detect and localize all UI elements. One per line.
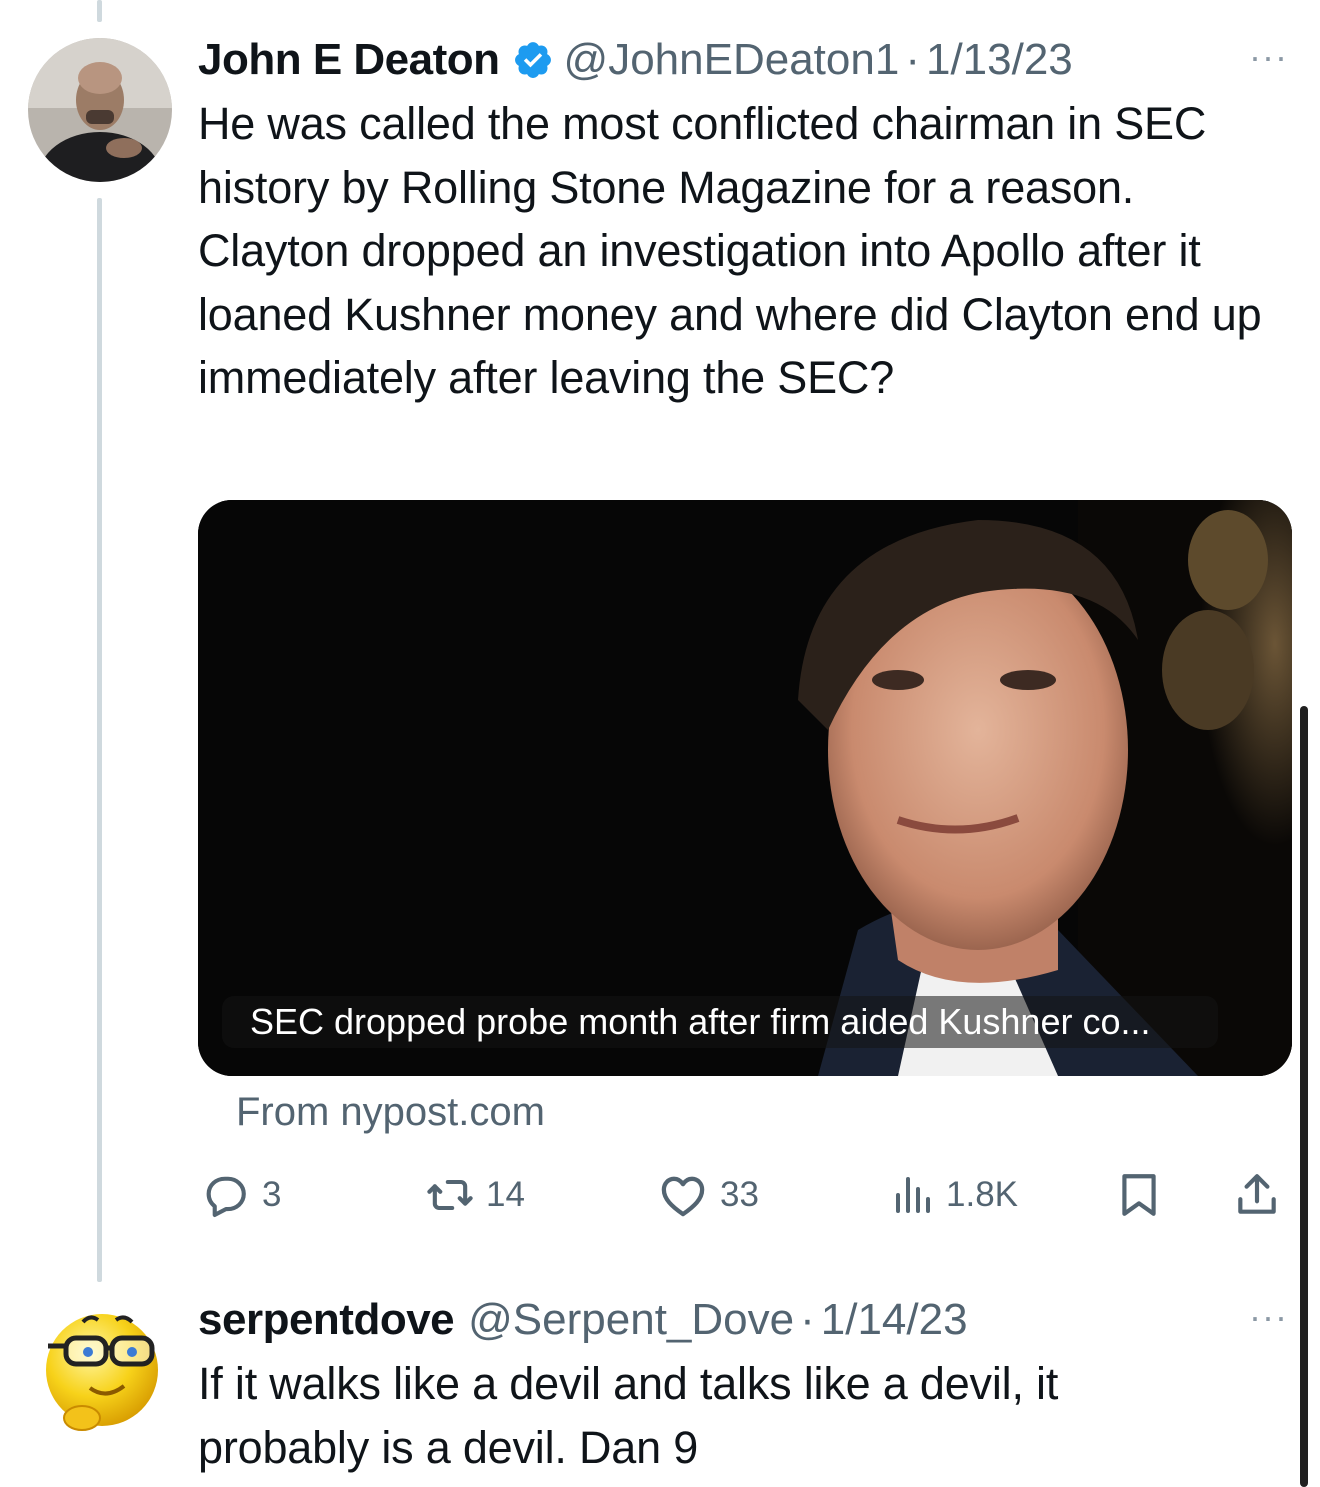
- tweet-header: serpentdove @Serpent_Dove · 1/14/23: [198, 1294, 1290, 1346]
- tweet-header: John E Deaton @JohnEDeaton1 · 1/13/23: [198, 34, 1290, 86]
- tweet-john-deaton[interactable]: John E Deaton @JohnEDeaton1 · 1/13/23 ··…: [198, 34, 1290, 410]
- timestamp[interactable]: 1/13/23: [926, 34, 1073, 86]
- thread-line: [97, 198, 102, 1282]
- scrollbar[interactable]: [1300, 706, 1308, 1487]
- like-count: 33: [720, 1175, 759, 1214]
- link-card-image[interactable]: [198, 500, 1292, 1076]
- avatar[interactable]: [28, 1300, 172, 1444]
- retweet-icon: [427, 1179, 473, 1211]
- like-button[interactable]: 33: [656, 1160, 759, 1230]
- views-icon: [896, 1177, 930, 1213]
- avatar[interactable]: [28, 38, 172, 182]
- like-icon: [661, 1176, 705, 1217]
- separator-dot: ·: [905, 35, 920, 84]
- tweet-action-bar: 3 14 33 1.8K: [198, 1160, 1298, 1230]
- handle[interactable]: @Serpent_Dove: [468, 1294, 794, 1346]
- avatar-photo: [28, 38, 172, 182]
- link-source[interactable]: From nypost.com: [236, 1090, 545, 1135]
- more-icon[interactable]: ···: [1249, 1296, 1288, 1338]
- share-button[interactable]: [1232, 1160, 1282, 1230]
- separator-dot: ·: [800, 1295, 815, 1344]
- handle[interactable]: @JohnEDeaton1: [564, 34, 900, 86]
- bookmark-button[interactable]: [1114, 1160, 1164, 1230]
- timestamp[interactable]: 1/14/23: [821, 1294, 968, 1346]
- display-name[interactable]: serpentdove: [198, 1294, 455, 1346]
- link-card-title[interactable]: SEC dropped probe month after firm aided…: [222, 996, 1218, 1048]
- retweet-count: 14: [486, 1175, 525, 1214]
- views-button[interactable]: 1.8K: [888, 1160, 1018, 1230]
- reply-count: 3: [262, 1175, 282, 1214]
- tweet-serpentdove[interactable]: serpentdove @Serpent_Dove · 1/14/23 ··· …: [198, 1294, 1290, 1479]
- tweet-text: He was called the most conflicted chairm…: [198, 98, 1262, 403]
- more-icon[interactable]: ···: [1249, 36, 1288, 78]
- news-photo: [198, 500, 1292, 1076]
- avatar-emoji: [28, 1300, 172, 1444]
- views-count: 1.8K: [946, 1175, 1018, 1214]
- share-icon: [1238, 1174, 1276, 1214]
- tweet-text: If it walks like a devil and talks like …: [198, 1358, 1059, 1473]
- verified-badge-icon: [514, 42, 551, 78]
- display-name[interactable]: John E Deaton: [198, 34, 500, 86]
- thread-line-top: [97, 0, 102, 22]
- reply-button[interactable]: 3: [200, 1160, 281, 1230]
- retweet-button[interactable]: 14: [424, 1160, 525, 1230]
- reply-icon: [206, 1176, 246, 1217]
- bookmark-icon: [1122, 1174, 1156, 1216]
